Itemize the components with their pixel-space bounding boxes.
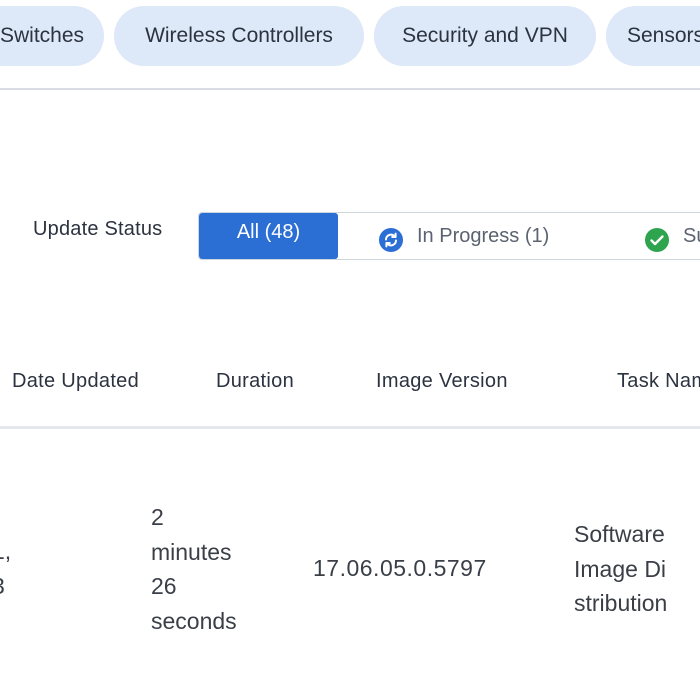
refresh-icon [379, 223, 403, 252]
viewport: Switches Wireless Controllers Security a… [0, 0, 700, 700]
filter-success-label: Success [683, 225, 700, 247]
update-status-label: Update Status [33, 218, 163, 240]
filter-all-button[interactable]: All (48) [199, 213, 338, 259]
column-date-updated[interactable]: Date Updated [12, 370, 139, 393]
cell-task-name: Software Image Di stribution [574, 521, 668, 616]
check-circle-icon [645, 223, 669, 252]
column-task-name[interactable]: Task Name [617, 370, 700, 393]
cell-duration: 2 minutes 26 seconds [151, 504, 237, 634]
divider [0, 88, 700, 90]
filter-in-progress-label: In Progress (1) [417, 225, 550, 247]
filter-in-progress-button[interactable]: In Progress (1) [379, 213, 549, 259]
category-wireless-controllers[interactable]: Wireless Controllers [114, 6, 364, 66]
category-switches[interactable]: Switches [0, 6, 104, 66]
category-security-vpn[interactable]: Security and VPN [374, 6, 596, 66]
cell-date-updated: 1, 3 [0, 538, 12, 599]
column-duration[interactable]: Duration [216, 370, 294, 393]
update-status-filter: All (48) In Progress (1) Success [198, 212, 700, 260]
cell-image-version: 17.06.05.0.5797 [313, 555, 487, 581]
table-header: Date Updated Duration Image Version Task… [0, 356, 700, 429]
column-image-version[interactable]: Image Version [376, 370, 508, 393]
filter-success-button[interactable]: Success [645, 213, 700, 259]
category-sensors[interactable]: Sensors [606, 6, 700, 66]
category-tabs: Switches Wireless Controllers Security a… [0, 0, 700, 88]
